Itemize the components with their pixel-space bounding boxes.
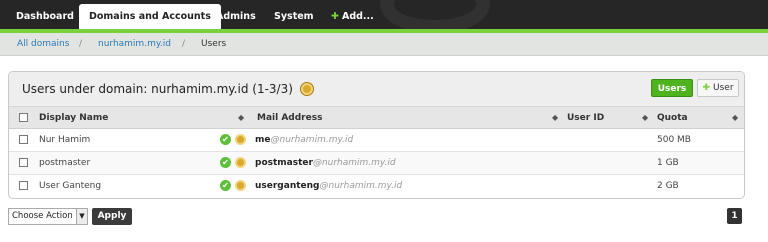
- edit-gear-icon[interactable]: [235, 134, 246, 145]
- breadcrumb-all-domains[interactable]: All domains: [17, 39, 69, 49]
- panel-title-text: Users under domain: nurhamim.my.id (1-3/…: [22, 82, 293, 96]
- breadcrumb-separator: /: [79, 39, 83, 49]
- breadcrumb-domain[interactable]: nurhamim.my.id: [98, 39, 171, 49]
- tab-add[interactable]: ✚ Add...: [321, 6, 384, 29]
- page-1-button[interactable]: 1: [727, 208, 742, 224]
- select-all-checkbox[interactable]: [19, 113, 28, 122]
- breadcrumb-current: Users: [201, 39, 227, 49]
- table-row: User Ganteng ✔ userganteng@nurhamim.my.i…: [9, 175, 744, 198]
- mail-user: postmaster: [255, 158, 313, 168]
- column-mail-address[interactable]: Mail Address: [257, 113, 322, 123]
- tab-dashboard[interactable]: Dashboard: [6, 6, 84, 29]
- mail-domain: @nurhamim.my.id: [319, 181, 403, 191]
- table-row: postmaster ✔ postmaster@nurhamim.my.id 1…: [9, 152, 744, 175]
- check-circle-icon: ✔: [220, 134, 231, 145]
- panel-header: Users under domain: nurhamim.my.id (1-3/…: [9, 72, 744, 107]
- apply-button[interactable]: Apply: [92, 208, 132, 225]
- plus-icon: ✚: [331, 11, 339, 22]
- mail-domain: @nurhamim.my.id: [312, 158, 396, 168]
- tab-system[interactable]: System: [264, 6, 324, 29]
- quota: 2 GB: [657, 181, 679, 191]
- sort-icon[interactable]: ◆: [552, 113, 558, 122]
- action-select-value: Choose Action: [12, 211, 73, 221]
- row-checkbox[interactable]: [19, 158, 28, 167]
- plus-icon: ✚: [702, 83, 711, 93]
- edit-gear-icon[interactable]: [300, 83, 313, 95]
- quota: 1 GB: [657, 158, 679, 168]
- add-user-button[interactable]: ✚ User: [697, 79, 739, 97]
- tab-add-label: Add...: [341, 11, 374, 22]
- column-user-id[interactable]: User ID: [567, 113, 604, 123]
- display-name: User Ganteng: [39, 181, 102, 191]
- sort-icon[interactable]: ◆: [642, 113, 648, 122]
- panel-title: Users under domain: nurhamim.my.id (1-3/…: [22, 82, 313, 96]
- action-select[interactable]: Choose Action ▼: [8, 208, 88, 225]
- column-quota[interactable]: Quota: [657, 113, 688, 123]
- check-circle-icon: ✔: [220, 180, 231, 191]
- users-button[interactable]: Users: [651, 79, 693, 97]
- users-panel: Users under domain: nurhamim.my.id (1-3/…: [8, 71, 745, 199]
- sort-icon[interactable]: ◆: [732, 113, 738, 122]
- table-row: Nur Hamim ✔ me@nurhamim.my.id 500 MB: [9, 129, 744, 152]
- breadcrumb: All domains / nurhamim.my.id / Users: [0, 33, 768, 56]
- top-nav: Dashboard Domains and Accounts Admins Sy…: [0, 0, 768, 34]
- check-circle-icon: ✔: [220, 157, 231, 168]
- display-name: Nur Hamim: [39, 135, 91, 145]
- edit-gear-icon[interactable]: [235, 157, 246, 168]
- display-name: postmaster: [39, 158, 91, 168]
- breadcrumb-separator: /: [182, 39, 186, 49]
- row-checkbox[interactable]: [19, 181, 28, 190]
- table-header: Display Name ◆ Mail Address ◆ User ID ◆ …: [9, 107, 744, 129]
- tab-admins[interactable]: Admins: [206, 6, 266, 29]
- mail-address[interactable]: postmaster@nurhamim.my.id: [255, 158, 396, 168]
- add-user-label: User: [713, 83, 734, 93]
- row-checkbox[interactable]: [19, 135, 28, 144]
- mail-address[interactable]: userganteng@nurhamim.my.id: [255, 181, 402, 191]
- mail-user: me: [255, 135, 271, 145]
- edit-gear-icon[interactable]: [235, 180, 246, 191]
- tab-domains-and-accounts[interactable]: Domains and Accounts: [79, 4, 221, 29]
- quota: 500 MB: [657, 135, 691, 145]
- mail-domain: @nurhamim.my.id: [270, 135, 354, 145]
- chevron-down-icon[interactable]: ▼: [76, 209, 87, 224]
- mail-user: userganteng: [255, 181, 320, 191]
- mail-address[interactable]: me@nurhamim.my.id: [255, 135, 353, 145]
- sort-icon[interactable]: ◆: [238, 113, 244, 122]
- column-display-name[interactable]: Display Name: [39, 113, 108, 123]
